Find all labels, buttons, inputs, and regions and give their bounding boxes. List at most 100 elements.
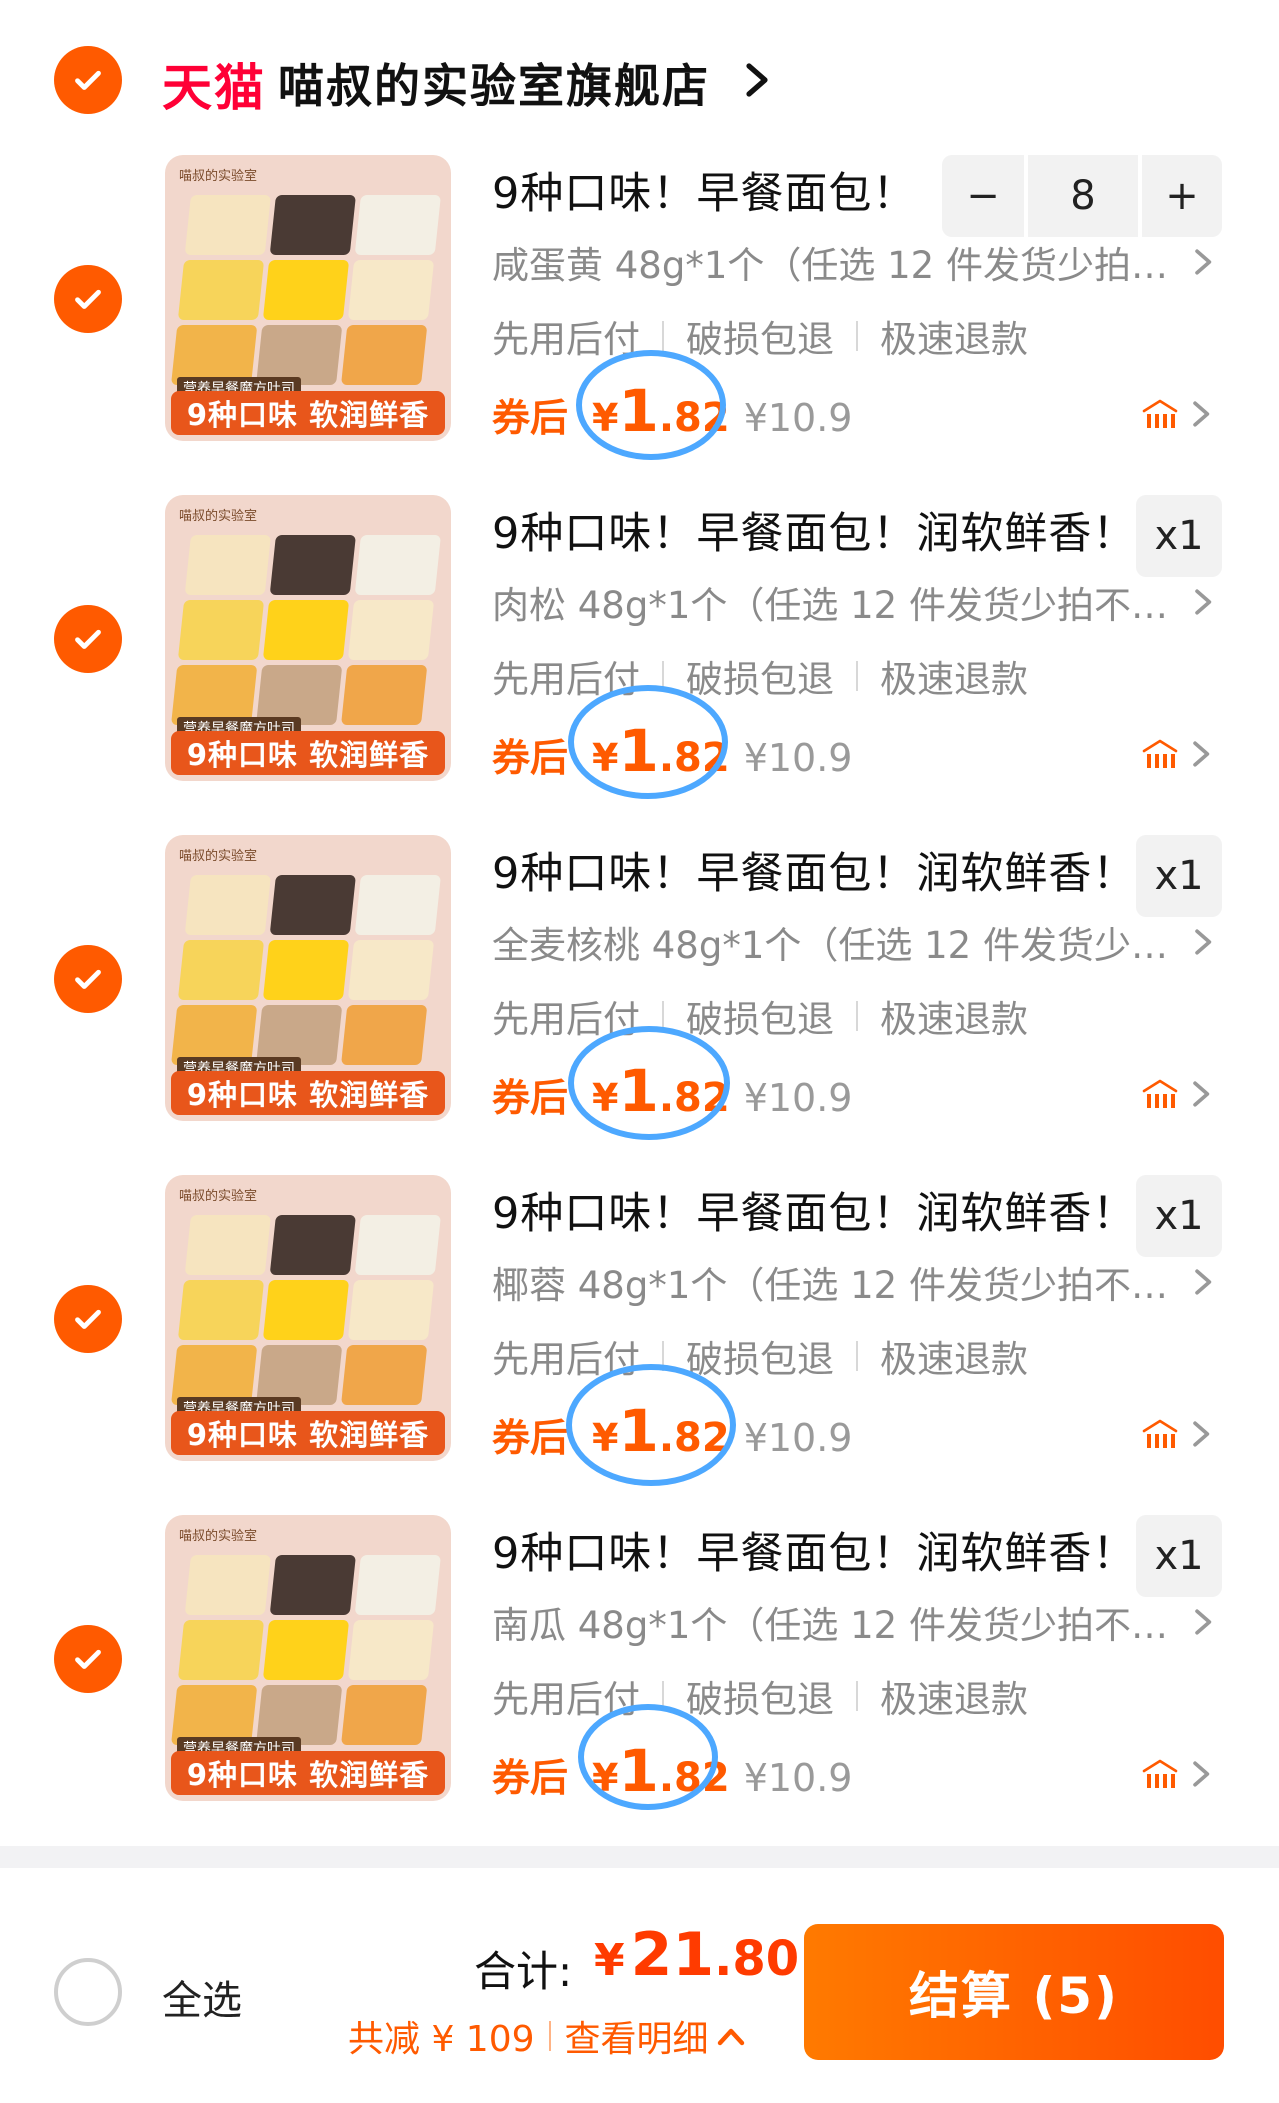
- bread-grid: [171, 1555, 441, 1745]
- service-separator: [662, 321, 664, 351]
- check-icon: [75, 289, 101, 309]
- service-tag: 破损包退: [686, 998, 834, 1041]
- bread-grid: [171, 535, 441, 725]
- bread-tile: [347, 600, 435, 660]
- bread-tile: [256, 325, 343, 385]
- product-title[interactable]: 9种口味！早餐面包！润软鲜香！: [492, 499, 1136, 561]
- select-all-label[interactable]: 全选: [162, 1968, 242, 2026]
- quantity-badge[interactable]: x1: [1136, 1515, 1222, 1597]
- item-select-checkbox[interactable]: [54, 1625, 122, 1693]
- decrease-quantity-button[interactable]: −: [942, 155, 1024, 237]
- select-all-checkbox[interactable]: [54, 1958, 122, 2026]
- product-image-banner: 9种口味 软润鲜香: [171, 391, 445, 435]
- bread-tile: [354, 535, 441, 595]
- bread-tile: [354, 1555, 441, 1615]
- item-select-checkbox[interactable]: [54, 605, 122, 673]
- product-image[interactable]: 喵叔的实验室 营养早餐魔方吐司 9种口味 软润鲜香: [165, 155, 451, 441]
- service-tags: 先用后付 破损包退 极速退款: [492, 649, 1028, 703]
- chevron-right-icon[interactable]: [1192, 739, 1212, 769]
- service-tag: 极速退款: [880, 1678, 1028, 1721]
- quantity-badge[interactable]: x1: [1136, 1175, 1222, 1257]
- bread-tile: [184, 535, 271, 595]
- bread-tile: [171, 1005, 258, 1065]
- check-icon: [75, 629, 101, 649]
- service-tag: 极速退款: [880, 318, 1028, 361]
- bread-tile: [341, 1005, 428, 1065]
- bread-tile: [184, 195, 271, 255]
- bread-tile: [171, 1685, 258, 1745]
- annotation-circle: [568, 685, 728, 799]
- product-variant-selector[interactable]: 肉松 48g*1个（任选 12 件发货少拍不…: [492, 575, 1182, 629]
- product-image[interactable]: 喵叔的实验室 营养早餐魔方吐司 9种口味 软润鲜香: [165, 495, 451, 781]
- bread-tile: [177, 1620, 265, 1680]
- item-select-checkbox[interactable]: [54, 945, 122, 1013]
- total-int: 21: [630, 1920, 715, 1990]
- product-variant-selector[interactable]: 咸蛋黄 48g*1个（任选 12 件发货少拍…: [492, 235, 1182, 289]
- quantity-badge[interactable]: x1: [1136, 835, 1222, 917]
- chevron-right-icon[interactable]: [1192, 1419, 1212, 1449]
- bread-tile: [341, 325, 428, 385]
- product-title[interactable]: 9种口味！早餐面包！润软鲜香！: [492, 1519, 1136, 1581]
- product-title[interactable]: 9种口味！早餐面包！润软鲜香！: [492, 839, 1136, 901]
- product-variant-selector[interactable]: 椰蓉 48g*1个（任选 12 件发货少拍不…: [492, 1255, 1182, 1309]
- product-title[interactable]: 9种口味！早餐面包！润软鲜香！: [492, 1179, 1136, 1241]
- total-label: 合计:: [474, 1947, 573, 1996]
- bread-tile: [341, 665, 428, 725]
- store-select-checkbox[interactable]: [54, 46, 122, 114]
- price-compare-icon[interactable]: [1140, 397, 1180, 431]
- price-compare-icon[interactable]: [1140, 737, 1180, 771]
- total-currency: ¥: [594, 1935, 625, 1986]
- item-select-checkbox[interactable]: [54, 265, 122, 333]
- bread-grid: [171, 195, 441, 385]
- bread-tile: [184, 875, 271, 935]
- price-compare-icon[interactable]: [1140, 1757, 1180, 1791]
- chevron-right-icon[interactable]: [1194, 587, 1214, 617]
- increase-quantity-button[interactable]: +: [1142, 155, 1222, 237]
- quantity-input[interactable]: 8: [1028, 155, 1138, 237]
- bread-tile: [354, 875, 441, 935]
- product-image[interactable]: 喵叔的实验室 营养早餐魔方吐司 9种口味 软润鲜香: [165, 1175, 451, 1461]
- product-variant-selector[interactable]: 全麦核桃 48g*1个（任选 12 件发货少…: [492, 915, 1182, 969]
- quantity-badge[interactable]: x1: [1136, 495, 1222, 577]
- original-price: ¥10.9: [743, 1756, 853, 1800]
- product-image-banner: 9种口味 软润鲜香: [171, 1411, 445, 1455]
- discount-summary[interactable]: 共减 ¥ 109 查看明细: [348, 2010, 745, 2062]
- chevron-right-icon[interactable]: [1194, 1267, 1214, 1297]
- price-compare-icon[interactable]: [1140, 1077, 1180, 1111]
- coupon-price-label: 券后: [492, 1416, 569, 1460]
- bread-tile: [269, 1215, 356, 1275]
- item-select-checkbox[interactable]: [54, 1285, 122, 1353]
- product-title[interactable]: 9种口味！早餐面包！: [492, 159, 916, 221]
- bread-tile: [269, 195, 356, 255]
- product-image-banner: 9种口味 软润鲜香: [171, 1071, 445, 1115]
- total-dec: .80: [714, 1931, 800, 1987]
- service-tag: 破损包退: [686, 1338, 834, 1381]
- chevron-right-icon[interactable]: [745, 62, 771, 98]
- original-price: ¥10.9: [743, 1416, 853, 1460]
- price-compare-icon[interactable]: [1140, 1417, 1180, 1451]
- bread-tile: [177, 260, 265, 320]
- checkout-button[interactable]: 结算 (5): [804, 1924, 1224, 2060]
- bread-tile: [171, 1345, 258, 1405]
- bread-tile: [256, 665, 343, 725]
- service-separator: [856, 1341, 858, 1371]
- chevron-right-icon[interactable]: [1194, 927, 1214, 957]
- chevron-up-icon[interactable]: [717, 2026, 745, 2046]
- annotation-circle: [576, 350, 726, 460]
- service-tag: 极速退款: [880, 658, 1028, 701]
- store-header: 天猫 喵叔的实验室旗舰店: [0, 0, 1279, 150]
- bread-tile: [262, 600, 350, 660]
- chevron-right-icon[interactable]: [1192, 399, 1212, 429]
- chevron-right-icon[interactable]: [1192, 1759, 1212, 1789]
- service-separator: [856, 661, 858, 691]
- service-separator: [856, 1001, 858, 1031]
- chevron-right-icon[interactable]: [1192, 1079, 1212, 1109]
- view-detail-link[interactable]: 查看明细: [565, 2010, 709, 2062]
- product-image[interactable]: 喵叔的实验室 营养早餐魔方吐司 9种口味 软润鲜香: [165, 835, 451, 1121]
- chevron-right-icon[interactable]: [1194, 247, 1214, 277]
- store-name-link[interactable]: 喵叔的实验室旗舰店: [278, 50, 710, 116]
- check-icon: [75, 1649, 101, 1669]
- product-variant-selector[interactable]: 南瓜 48g*1个（任选 12 件发货少拍不…: [492, 1595, 1182, 1649]
- chevron-right-icon[interactable]: [1194, 1607, 1214, 1637]
- product-image[interactable]: 喵叔的实验室 营养早餐魔方吐司 9种口味 软润鲜香: [165, 1515, 451, 1801]
